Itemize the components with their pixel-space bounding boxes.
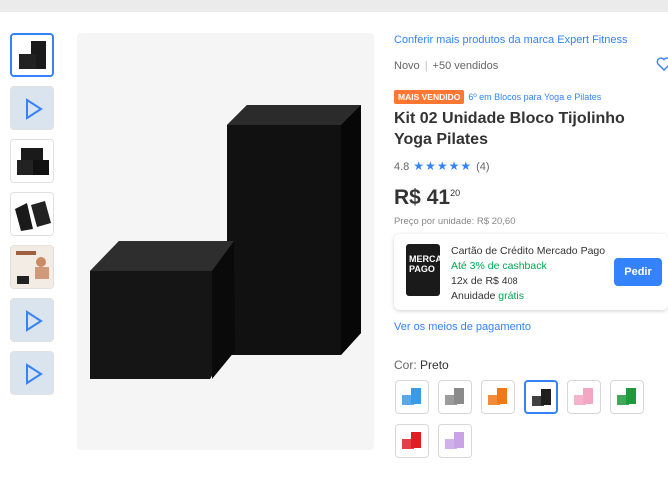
ranking-link[interactable]: 6º em Blocos para Yoga e Pilates <box>468 92 601 102</box>
thumbnail-gallery <box>10 33 58 404</box>
thumb-video-3[interactable] <box>10 351 54 395</box>
price-cents: 20 <box>450 188 461 198</box>
color-swatch-preto[interactable] <box>524 380 558 414</box>
heart-icon[interactable] <box>656 56 668 72</box>
selected-color: Preto <box>420 358 449 372</box>
main-product-image[interactable] <box>77 33 374 450</box>
credit-card-offer: MERCADO PAGO Cartão de Crédito Mercado P… <box>394 234 668 310</box>
condition-line: Novo | +50 vendidos <box>394 60 499 72</box>
payment-methods-link[interactable]: Ver os meios de pagamento <box>394 321 531 333</box>
condition: Novo <box>394 60 420 72</box>
price-integer: 41 <box>426 186 451 209</box>
thumb-yoga-person[interactable] <box>10 245 54 289</box>
thumb-video-1[interactable] <box>10 86 54 130</box>
color-swatch-verde[interactable] <box>610 380 644 414</box>
color-swatch-laranja[interactable] <box>481 380 515 414</box>
color-swatch-rosa[interactable] <box>567 380 601 414</box>
unit-price: Preço por unidade: R$ 20,60 <box>394 216 516 227</box>
thumb-video-2[interactable] <box>10 298 54 342</box>
best-seller-row: MAIS VENDIDO 6º em Blocos para Yoga e Pil… <box>394 88 601 106</box>
order-card-button[interactable]: Pedir <box>614 258 662 286</box>
price-currency: R$ <box>394 186 421 209</box>
thumb-blocks-stacked[interactable] <box>10 139 54 183</box>
brand-link[interactable]: Conferir mais produtos da marca Expert F… <box>394 34 628 46</box>
color-swatch-azul[interactable] <box>395 380 429 414</box>
credit-card-info: Cartão de Crédito Mercado Pago Até 3% de… <box>451 244 605 304</box>
card-title: Cartão de Crédito Mercado Pago <box>451 245 606 257</box>
top-bar <box>0 0 668 12</box>
installments: 12x de R$ 408 <box>451 275 518 287</box>
thumb-blocks-angled[interactable] <box>10 192 54 236</box>
card-text: MERCADO PAGO <box>409 254 440 274</box>
color-swatch-vermelho[interactable] <box>395 424 429 458</box>
star-icons: ★★★★★ <box>413 159 473 173</box>
price: R$ 4120 <box>394 186 460 210</box>
cashback-text: Até 3% de cashback <box>451 260 547 272</box>
product-title: Kit 02 Unidade Bloco Tijolinho Yoga Pila… <box>394 110 625 148</box>
rating[interactable]: 4.8 ★★★★★ (4) <box>394 159 490 173</box>
rating-value: 4.8 <box>394 161 410 173</box>
best-seller-badge: MAIS VENDIDO <box>394 89 465 104</box>
review-count: (4) <box>476 161 490 173</box>
color-swatch-lilás[interactable] <box>438 424 472 458</box>
thumb-blocks-black[interactable] <box>10 33 54 77</box>
color-swatch-cinza[interactable] <box>438 380 472 414</box>
credit-card-image: MERCADO PAGO <box>406 244 440 296</box>
color-selector-label: Cor: Preto <box>394 358 449 372</box>
annuity: Anuidade grátis <box>451 290 524 302</box>
sold-count: +50 vendidos <box>432 60 499 72</box>
